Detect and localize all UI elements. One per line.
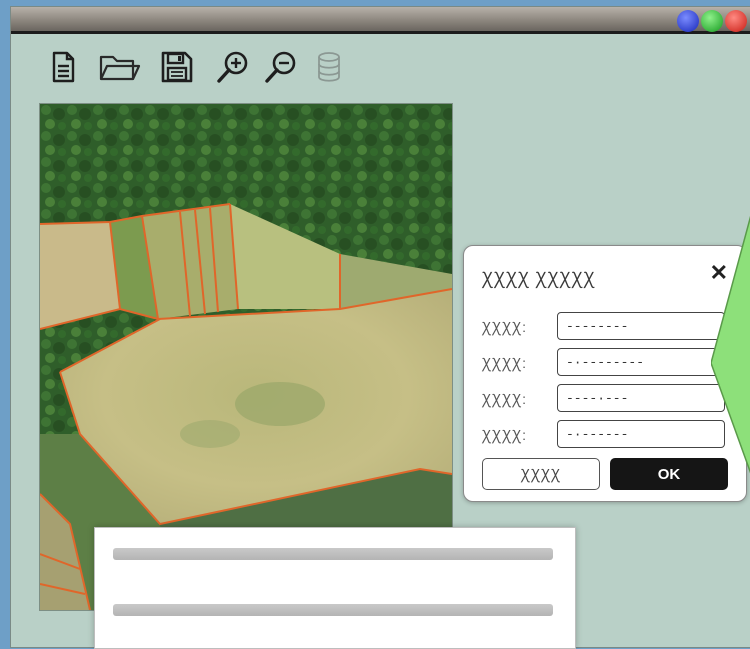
database-icon: [318, 52, 340, 82]
zoom-out-icon: [265, 51, 296, 83]
placeholder-text-line-1: [113, 548, 553, 560]
dialog-title: ꞳꞳꞳꞳ ꞳꞳꞳꞳꞳ: [482, 269, 596, 288]
field-label-4: ꞳꞳꞳꞳ:: [482, 427, 528, 443]
field-label-1: ꞳꞳꞳꞳ:: [482, 319, 528, 335]
field-input-2[interactable]: [557, 348, 725, 376]
zoom-out-button[interactable]: [263, 49, 299, 85]
folder-icon: [99, 55, 141, 81]
field-label-3: ꞳꞳꞳꞳ:: [482, 391, 528, 407]
save-button[interactable]: [159, 49, 195, 85]
form-row-4: ꞳꞳꞳꞳ:: [482, 420, 732, 450]
zoom-in-icon: [217, 51, 248, 83]
close-button[interactable]: [725, 10, 747, 32]
callout-pointer: [711, 215, 750, 474]
document-icon: [52, 51, 75, 83]
placeholder-text-line-2: [113, 604, 553, 616]
form-row-2: ꞳꞳꞳꞳ:: [482, 348, 732, 378]
form-row-3: ꞳꞳꞳꞳ:: [482, 384, 732, 414]
open-folder-button[interactable]: [97, 49, 143, 85]
info-panel: [94, 527, 576, 649]
field-input-3[interactable]: [557, 384, 725, 412]
floppy-disk-icon: [161, 51, 193, 83]
field-input-4[interactable]: [557, 420, 725, 448]
field-properties-dialog: ꞳꞳꞳꞳ ꞳꞳꞳꞳꞳ ✕ ꞳꞳꞳꞳ: ꞳꞳꞳꞳ: ꞳꞳꞳꞳ: ꞳꞳꞳꞳ: ꞳꞳꞳ…: [463, 245, 747, 502]
title-bar[interactable]: [11, 7, 750, 34]
app-window: ꞳꞳꞳꞳ ꞳꞳꞳꞳꞳ ✕ ꞳꞳꞳꞳ: ꞳꞳꞳꞳ: ꞳꞳꞳꞳ: ꞳꞳꞳꞳ: ꞳꞳꞳ…: [10, 6, 750, 649]
new-document-button[interactable]: [45, 49, 81, 85]
maximize-button[interactable]: [701, 10, 723, 32]
zoom-in-button[interactable]: [215, 49, 251, 85]
field-label-2: ꞳꞳꞳꞳ:: [482, 355, 528, 371]
database-button[interactable]: [311, 49, 347, 85]
cancel-button[interactable]: ꞳꞳꞳꞳ: [482, 458, 600, 490]
form-row-1: ꞳꞳꞳꞳ:: [482, 312, 732, 342]
minimize-button[interactable]: [677, 10, 699, 32]
field-input-1[interactable]: [557, 312, 725, 340]
